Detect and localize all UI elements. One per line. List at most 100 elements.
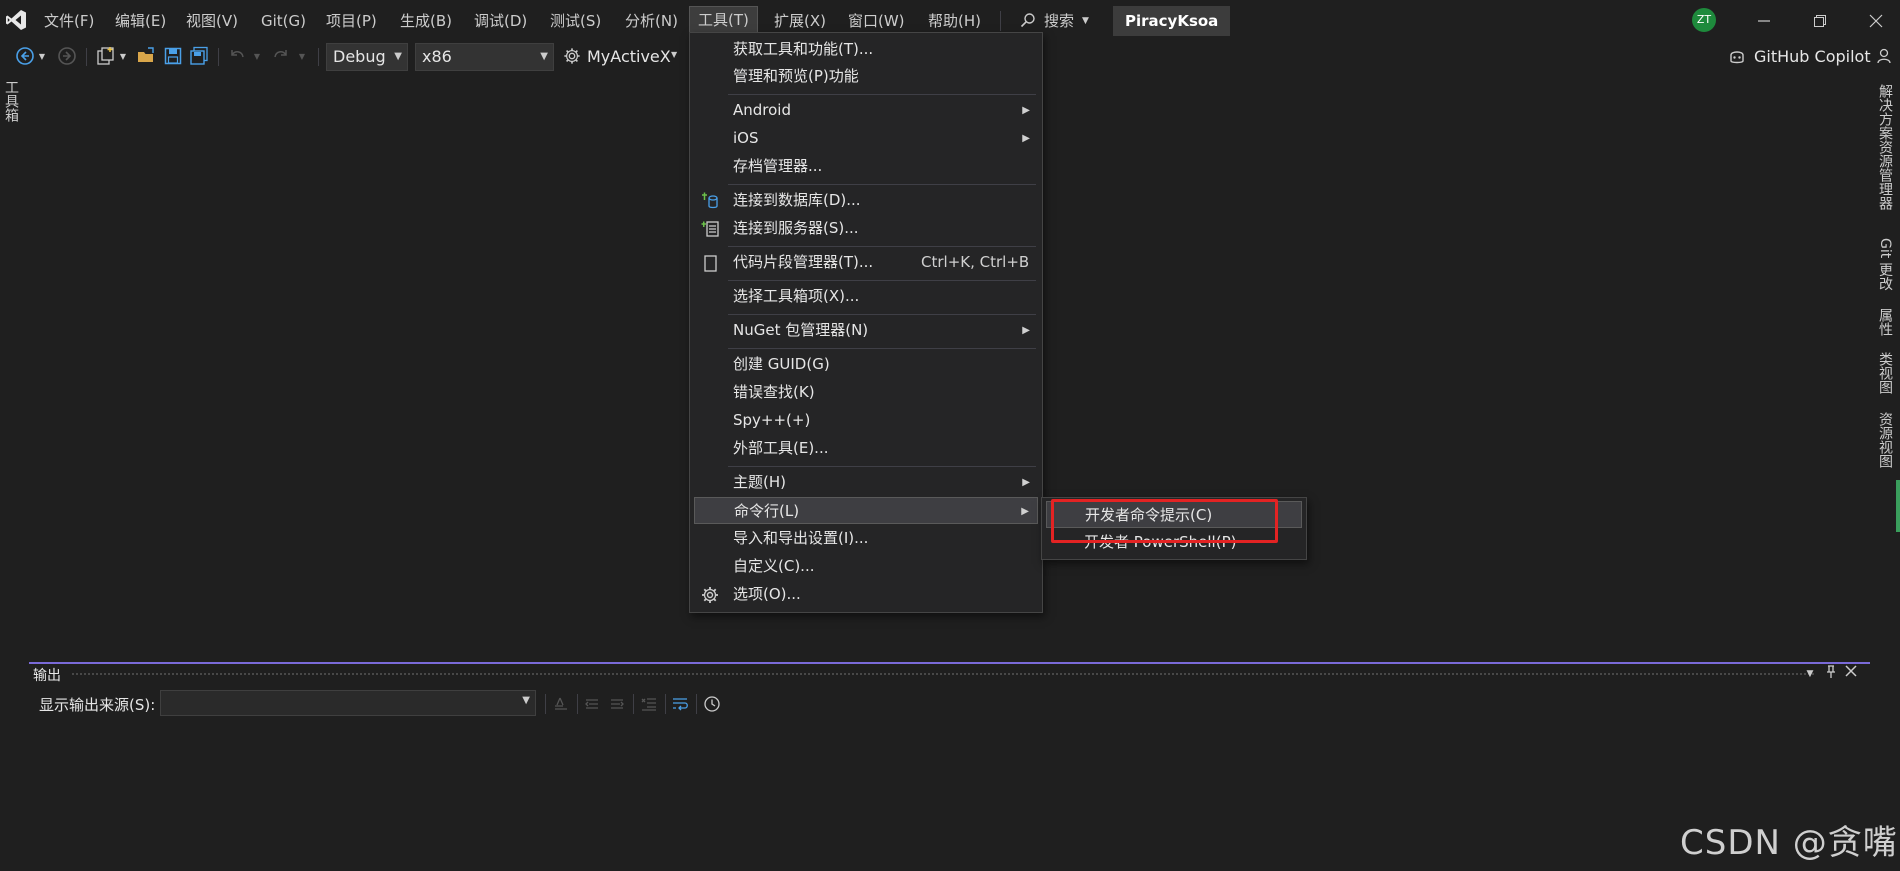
properties-tab[interactable]: 属性 bbox=[1874, 308, 1896, 336]
menu-git[interactable]: Git(G) bbox=[253, 0, 314, 42]
solution-configuration-value: Debug bbox=[333, 47, 386, 66]
snippet-icon bbox=[704, 255, 717, 272]
close-panel-icon[interactable] bbox=[1842, 665, 1860, 683]
menu-item-label: 外部工具(E)... bbox=[733, 439, 829, 457]
next-message-button[interactable] bbox=[607, 694, 627, 714]
previous-message-button[interactable] bbox=[582, 694, 602, 714]
minimize-button[interactable] bbox=[1736, 0, 1792, 42]
startup-settings-button[interactable] bbox=[561, 45, 583, 67]
menu-item-label: 存档管理器... bbox=[733, 157, 823, 175]
resource-view-tab[interactable]: 资源视图 bbox=[1874, 412, 1896, 468]
menu-item-theme[interactable]: 主题(H) ▶ bbox=[694, 469, 1038, 496]
save-all-button[interactable] bbox=[188, 45, 210, 67]
menu-build[interactable]: 生成(B) bbox=[392, 0, 460, 42]
toggle-word-wrap-button[interactable] bbox=[670, 694, 690, 714]
menu-item-options[interactable]: 选项(O)... bbox=[694, 581, 1038, 608]
highlight-annotation-box bbox=[1051, 499, 1278, 543]
menu-test[interactable]: 测试(S) bbox=[542, 0, 609, 42]
menu-item-import-export-settings[interactable]: 导入和导出设置(I)... bbox=[694, 525, 1038, 552]
class-view-tab[interactable]: 类视图 bbox=[1874, 352, 1896, 394]
output-source-select[interactable]: ▼ bbox=[160, 690, 536, 716]
undo-button[interactable] bbox=[226, 45, 248, 67]
solution-explorer-tab[interactable]: 解决方案资源管理器 bbox=[1874, 84, 1896, 210]
solution-configuration-select[interactable]: Debug ▼ bbox=[326, 43, 408, 71]
new-project-icon bbox=[97, 47, 114, 65]
menu-item-label: Android bbox=[733, 101, 791, 119]
menu-project[interactable]: 项目(P) bbox=[318, 0, 385, 42]
menu-item-connect-database[interactable]: 连接到数据库(D)... bbox=[694, 187, 1038, 214]
menu-file[interactable]: 文件(F) bbox=[36, 0, 102, 42]
new-project-button[interactable] bbox=[95, 45, 117, 67]
restore-button[interactable] bbox=[1792, 0, 1848, 42]
output-title-bar[interactable]: 输出 ▼ bbox=[29, 664, 1870, 686]
output-toolbar: 显示输出来源(S): ▼ bbox=[29, 688, 1870, 718]
menu-item-command-line[interactable]: 命令行(L) ▶ bbox=[694, 497, 1038, 524]
menu-item-label: 管理和预览(P)功能 bbox=[733, 67, 859, 85]
visual-studio-logo-icon[interactable] bbox=[4, 8, 28, 32]
clock-icon bbox=[704, 696, 720, 712]
panel-dropdown-icon[interactable]: ▼ bbox=[1801, 665, 1819, 683]
copilot-icon bbox=[1730, 51, 1744, 64]
menu-separator bbox=[728, 280, 1036, 281]
menu-separator bbox=[728, 348, 1036, 349]
redo-dropdown-icon[interactable]: ▼ bbox=[296, 45, 308, 67]
menu-tools[interactable]: 工具(T) bbox=[689, 6, 758, 34]
show-timestamps-button[interactable] bbox=[702, 694, 722, 714]
menu-item-error-lookup[interactable]: 错误查找(K) bbox=[694, 379, 1038, 406]
menu-item-label: Spy++(+) bbox=[733, 411, 811, 429]
back-dropdown-icon[interactable]: ▼ bbox=[36, 45, 48, 67]
redo-button[interactable] bbox=[270, 45, 292, 67]
menu-item-label: iOS bbox=[733, 129, 759, 147]
redo-icon bbox=[274, 50, 287, 58]
active-tab-indicator bbox=[1896, 480, 1900, 532]
menu-item-android[interactable]: Android ▶ bbox=[694, 97, 1038, 124]
menu-item-archive-manager[interactable]: 存档管理器... bbox=[694, 153, 1038, 180]
menu-separator bbox=[728, 246, 1036, 247]
menu-item-code-snippets-manager[interactable]: 代码片段管理器(T)... Ctrl+K, Ctrl+B bbox=[694, 249, 1038, 276]
find-message-button[interactable] bbox=[551, 694, 571, 714]
avatar[interactable]: ZT bbox=[1692, 8, 1716, 32]
toolbar-separator bbox=[318, 48, 319, 66]
navigate-back-button[interactable] bbox=[14, 45, 36, 67]
search-dropdown-icon[interactable]: ▼ bbox=[1082, 0, 1089, 42]
menu-item-get-tools[interactable]: 获取工具和功能(T)... bbox=[694, 36, 1038, 63]
toolbar-separator bbox=[545, 694, 546, 714]
save-button[interactable] bbox=[162, 45, 184, 67]
navigate-forward-button[interactable] bbox=[56, 45, 78, 67]
menu-debug[interactable]: 调试(D) bbox=[466, 0, 535, 42]
undo-dropdown-icon[interactable]: ▼ bbox=[251, 45, 263, 67]
startup-project-dropdown-icon[interactable]: ▼ bbox=[671, 50, 677, 59]
pin-icon[interactable] bbox=[1822, 665, 1840, 683]
menu-item-nuget[interactable]: NuGet 包管理器(N) ▶ bbox=[694, 317, 1038, 344]
menu-item-connect-server[interactable]: 连接到服务器(S)... bbox=[694, 215, 1038, 242]
menu-edit[interactable]: 编辑(E) bbox=[107, 0, 174, 42]
panel-drag-grip[interactable] bbox=[71, 672, 1816, 677]
chevron-down-icon: ▼ bbox=[540, 51, 548, 62]
account-button[interactable] bbox=[1874, 45, 1896, 67]
menu-item-label: 主题(H) bbox=[733, 473, 786, 491]
solution-platform-select[interactable]: x86 ▼ bbox=[415, 43, 554, 71]
menu-item-ios[interactable]: iOS ▶ bbox=[694, 125, 1038, 152]
menu-view[interactable]: 视图(V) bbox=[178, 0, 246, 42]
watermark: CSDN @贪嘴 bbox=[1680, 823, 1898, 863]
close-window-button[interactable] bbox=[1848, 0, 1900, 42]
open-file-button[interactable] bbox=[135, 45, 157, 67]
new-dropdown-icon[interactable]: ▼ bbox=[117, 45, 129, 67]
menu-item-create-guid[interactable]: 创建 GUID(G) bbox=[694, 351, 1038, 378]
word-wrap-icon bbox=[673, 698, 688, 711]
next-message-icon bbox=[611, 699, 624, 709]
startup-project-label[interactable]: MyActiveX bbox=[587, 44, 671, 70]
toolbox-tab[interactable]: 工具箱 bbox=[0, 80, 22, 140]
menu-separator bbox=[728, 94, 1036, 95]
menu-item-customize[interactable]: 自定义(C)... bbox=[694, 553, 1038, 580]
clear-all-button[interactable] bbox=[639, 694, 659, 714]
find-in-output-icon bbox=[555, 697, 567, 710]
menu-item-choose-toolbox-items[interactable]: 选择工具箱项(X)... bbox=[694, 283, 1038, 310]
menu-item-spy[interactable]: Spy++(+) bbox=[694, 407, 1038, 434]
menu-analyze[interactable]: 分析(N) bbox=[617, 0, 686, 42]
menu-item-manage-preview[interactable]: 管理和预览(P)功能 bbox=[694, 63, 1038, 90]
menu-item-external-tools[interactable]: 外部工具(E)... bbox=[694, 435, 1038, 462]
menu-separator bbox=[728, 314, 1036, 315]
menu-item-label: 选择工具箱项(X)... bbox=[733, 287, 860, 305]
git-changes-tab[interactable]: Git 更改 bbox=[1874, 238, 1896, 291]
